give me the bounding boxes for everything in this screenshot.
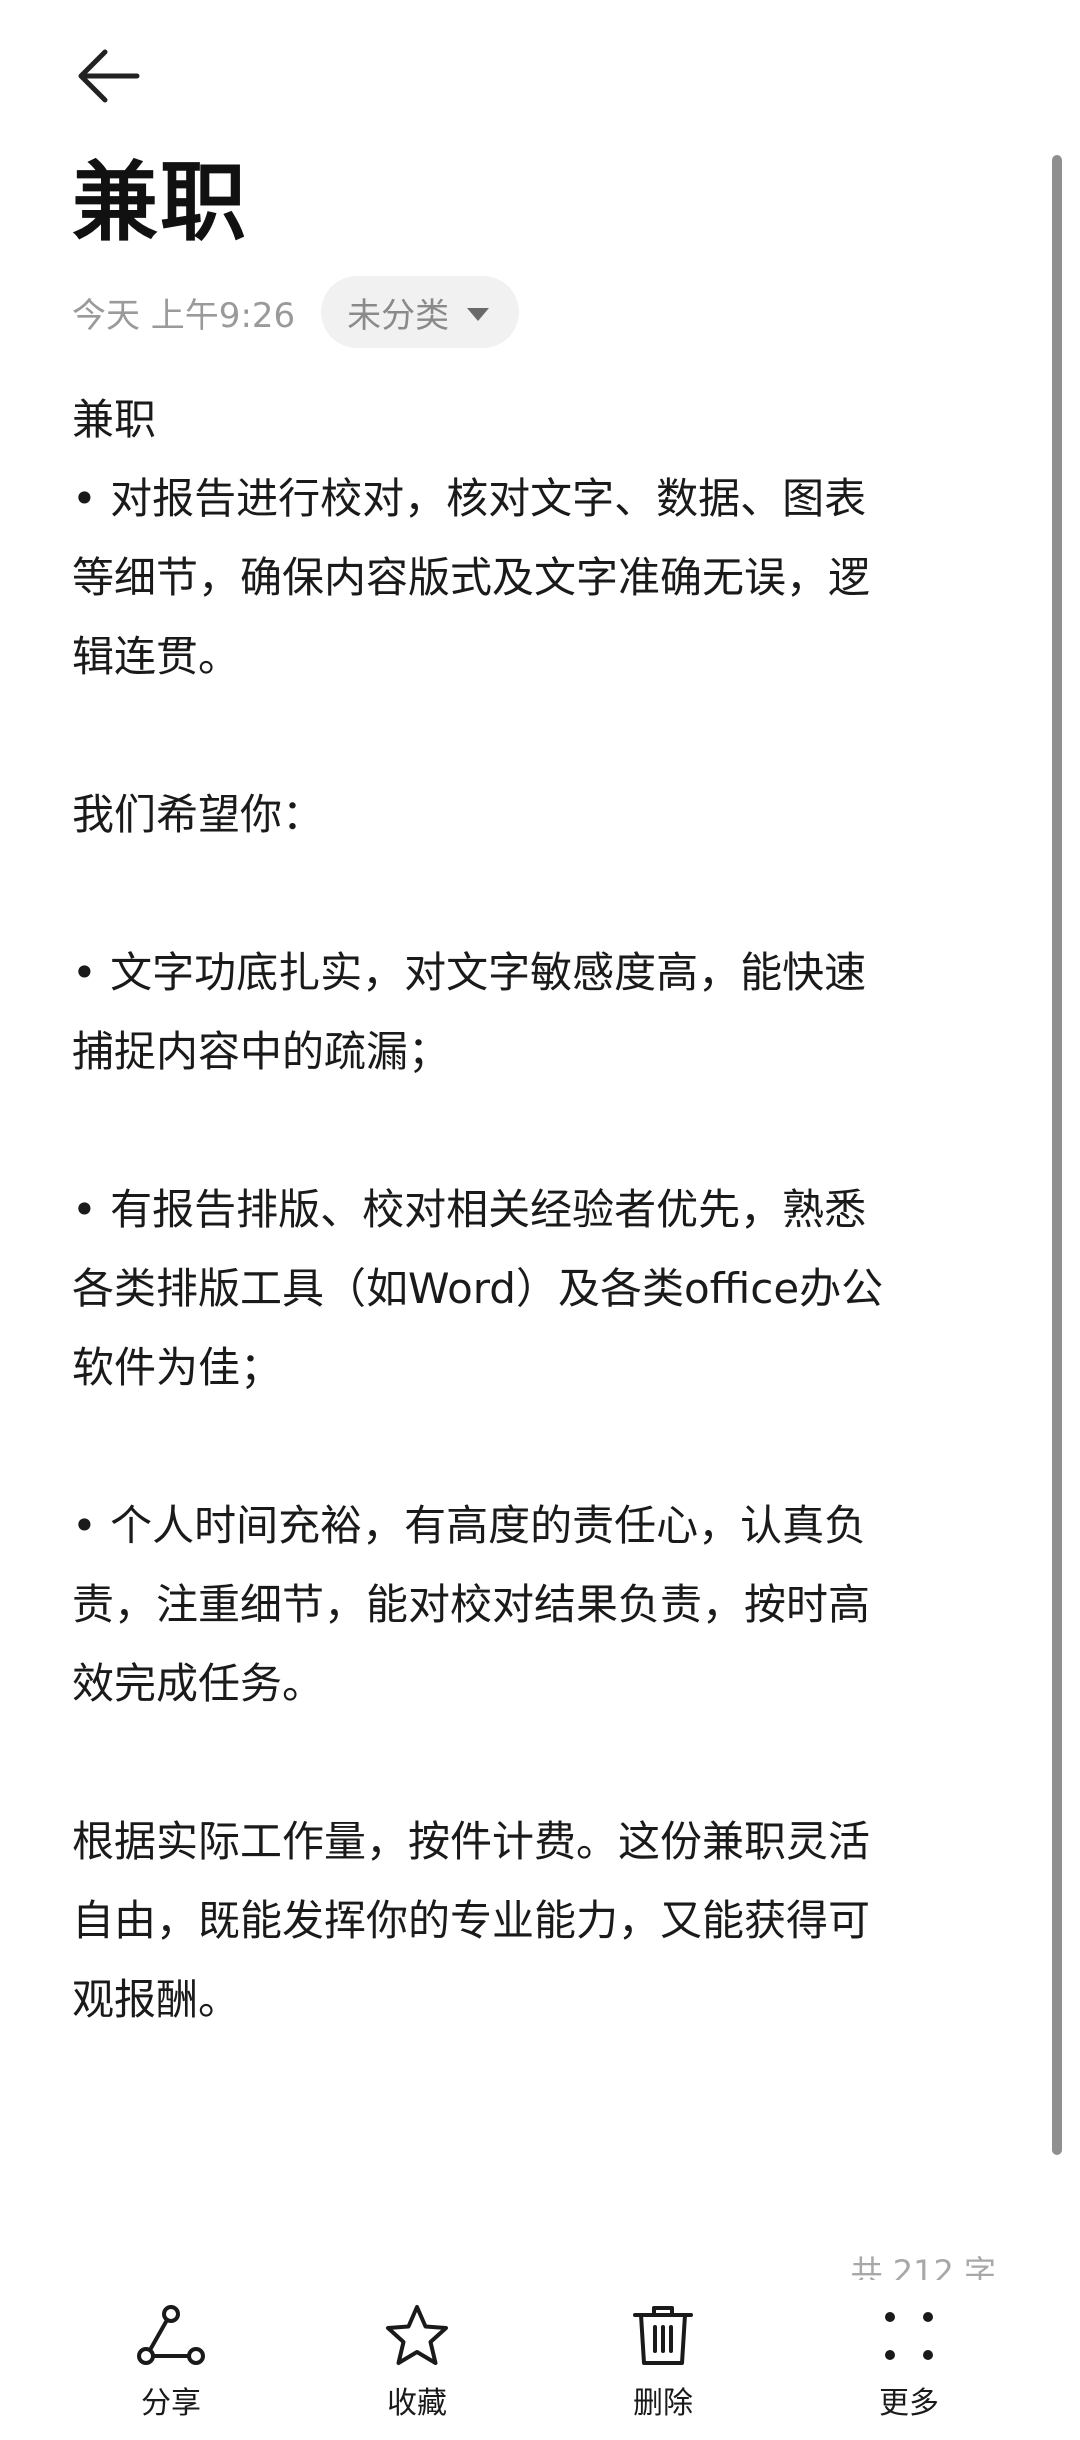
category-selector[interactable]: 未分类 [321, 276, 520, 348]
trash-icon [627, 2300, 699, 2372]
favorite-button[interactable]: 收藏 [327, 2290, 507, 2440]
note-timestamp: 今天 上午9:26 [72, 295, 296, 336]
caret-down-icon [467, 307, 490, 321]
category-label: 未分类 [347, 295, 450, 336]
more-label: 更多 [879, 2386, 939, 2421]
scrollbar[interactable] [1052, 155, 1062, 2155]
note-line: • 有报告排版、校对相关经验者优先，熟悉 [72, 1185, 867, 1234]
note-line: 软件为佳； [72, 1343, 283, 1392]
note-line: 根据实际工作量，按件计费。这份兼职灵活 [72, 1817, 871, 1866]
more-icon [873, 2300, 945, 2372]
note-line [72, 696, 992, 775]
note-line [72, 1407, 992, 1486]
note-line: 等细节，确保内容版式及文字准确无误，逻 [72, 553, 871, 602]
note-line: 兼职 [72, 395, 157, 444]
note-line: 效完成任务。 [72, 1659, 325, 1708]
delete-button[interactable]: 删除 [573, 2290, 753, 2440]
note-line: 各类排版工具（如Word）及各类office办公 [72, 1264, 884, 1313]
note-line: • 对报告进行校对，核对文字、数据、图表 [72, 474, 867, 523]
delete-label: 删除 [633, 2386, 693, 2421]
note-meta: 今天 上午9:26 未分类 [72, 276, 520, 348]
star-icon [381, 2300, 453, 2372]
word-count: 共 212 字 [850, 2253, 996, 2280]
note-line [72, 1091, 992, 1170]
share-button[interactable]: 分享 [81, 2290, 261, 2440]
note-line: 观报酬。 [72, 1975, 241, 2024]
note-line: • 文字功底扎实，对文字敏感度高，能快速 [72, 948, 867, 997]
share-label: 分享 [141, 2386, 201, 2421]
note-line [72, 1723, 992, 1802]
share-icon [135, 2300, 207, 2372]
page-title: 兼职 [72, 153, 248, 253]
note-line: 自由，既能发挥你的专业能力，又能获得可 [72, 1896, 871, 1945]
note-line: • 个人时间充裕，有高度的责任心，认真负 [72, 1501, 867, 1550]
note-line: 我们希望你： [72, 790, 325, 839]
favorite-label: 收藏 [387, 2386, 447, 2421]
note-line [72, 854, 992, 933]
note-line: 辑连贯。 [72, 632, 241, 681]
back-button[interactable] [66, 36, 152, 116]
bottom-toolbar: 分享 收藏 删除 更多 [0, 2290, 1080, 2440]
note-content[interactable]: 兼职 • 对报告进行校对，核对文字、数据、图表 等细节，确保内容版式及文字准确无… [72, 380, 992, 2039]
back-arrow-icon [78, 49, 140, 103]
note-line: 捕捉内容中的疏漏； [72, 1027, 451, 1076]
note-line: 责，注重细节，能对校对结果负责，按时高 [72, 1580, 871, 1629]
more-button[interactable]: 更多 [819, 2290, 999, 2440]
